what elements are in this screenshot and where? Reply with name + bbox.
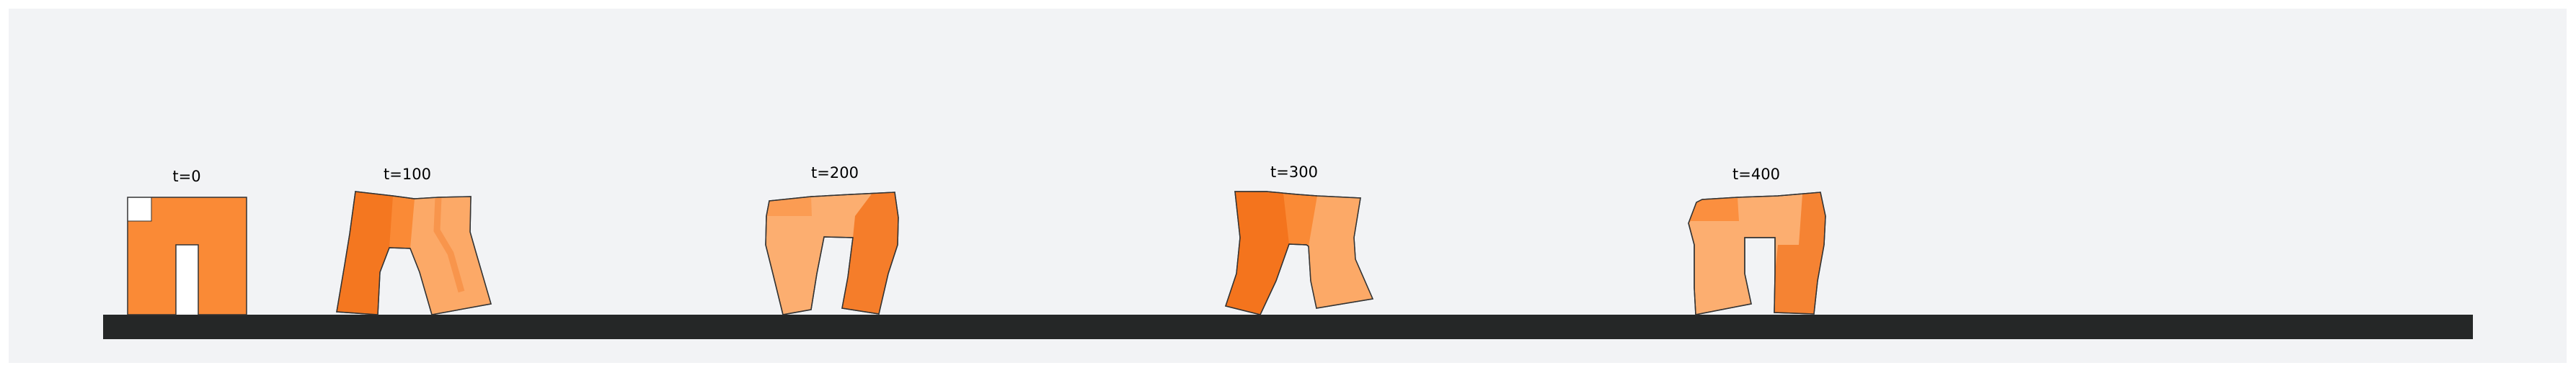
frame-label-t100: t=100 bbox=[384, 166, 431, 183]
frame-label-t400: t=400 bbox=[1732, 166, 1780, 183]
ground-platform bbox=[103, 315, 2473, 339]
frame-label-t0: t=0 bbox=[172, 168, 200, 185]
background-panel bbox=[9, 9, 2567, 363]
simulation-canvas: t=0 t=100 t=200 t=300 t=400 bbox=[9, 9, 2567, 363]
frame-label-t300: t=300 bbox=[1270, 163, 1318, 181]
frame-label-t200: t=200 bbox=[811, 164, 859, 181]
